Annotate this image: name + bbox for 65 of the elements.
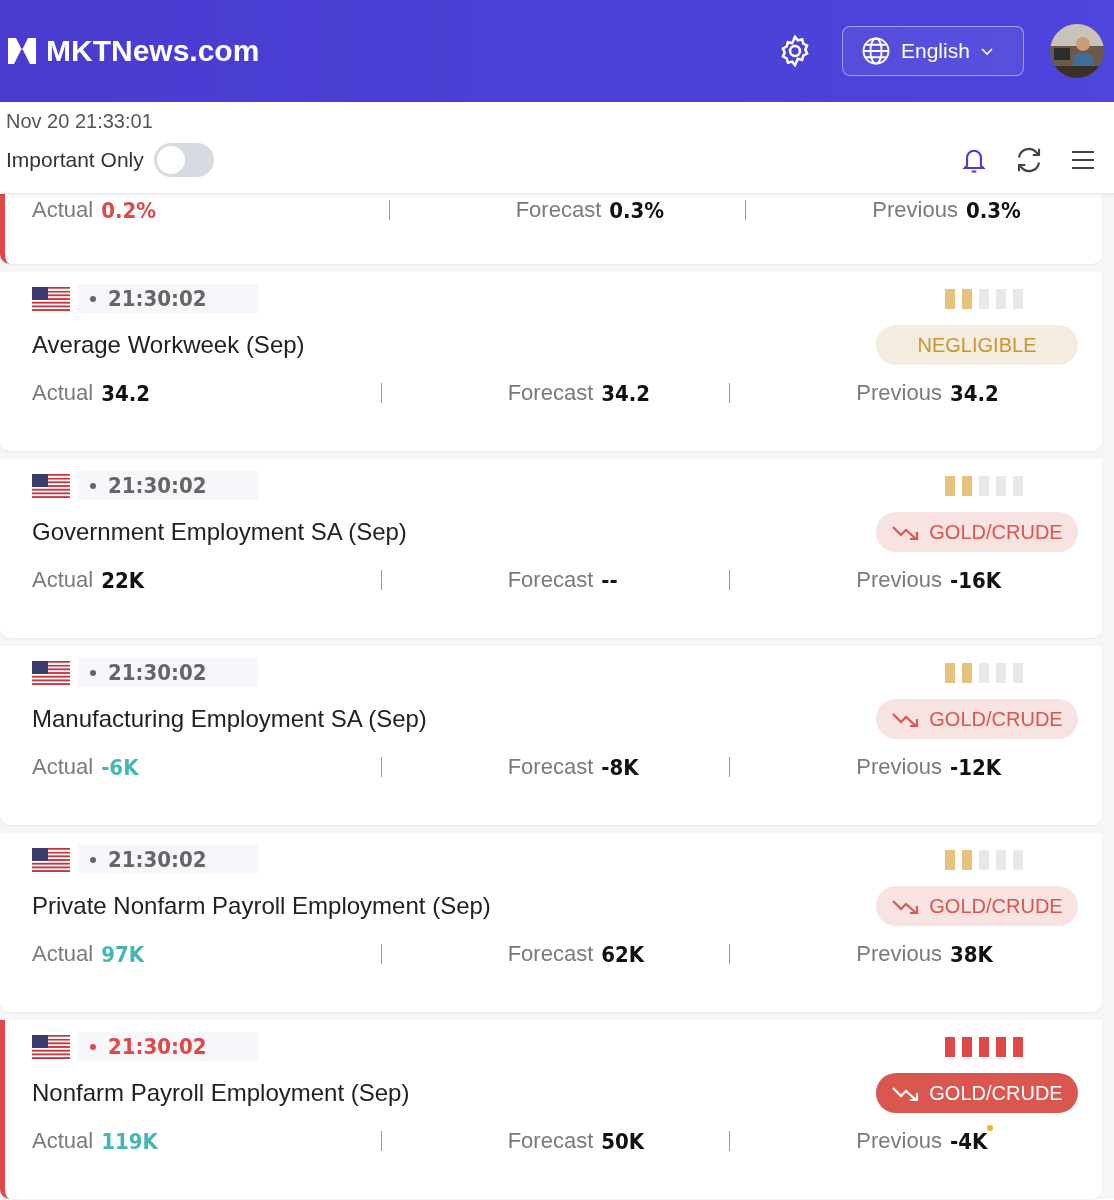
event-title: Nonfarm Payroll Employment (Sep) <box>32 1079 410 1107</box>
us-flag-icon <box>32 286 70 311</box>
menu-icon[interactable] <box>1070 148 1096 172</box>
value-label: Previous <box>856 567 942 593</box>
language-dropdown[interactable]: English <box>842 26 1024 76</box>
event-time: 21:30:02 <box>78 471 259 500</box>
value-figure: 38K <box>949 941 993 967</box>
value-figure: 34.2 <box>101 380 150 406</box>
event-time: 21:30:02 <box>78 658 259 687</box>
value-figure: 34.2 <box>601 380 651 406</box>
impact-tag: GOLD/CRUDE <box>876 1073 1078 1113</box>
value-label: Previous <box>856 941 942 967</box>
value-label: Actual <box>32 754 94 780</box>
value-label: Actual <box>32 380 94 406</box>
value-figure: 50K <box>601 1128 645 1154</box>
value-label: Previous <box>856 1128 942 1154</box>
value-figure: 0.3% <box>965 197 1021 223</box>
event-title: Private Nonfarm Payroll Employment (Sep) <box>32 892 491 920</box>
value-figure: 0.2% <box>101 197 157 223</box>
logo-text: MKTNews.com <box>46 34 260 68</box>
value-label: Forecast <box>507 380 594 406</box>
value-figure: -4K <box>949 1128 988 1154</box>
us-flag-icon <box>32 473 70 498</box>
value-figure: -8K <box>601 754 639 780</box>
globe-icon <box>861 36 891 66</box>
us-flag-icon <box>32 660 70 685</box>
caret-icon <box>979 46 994 56</box>
value-figure: -16K <box>949 567 1002 593</box>
value-label: Forecast <box>507 754 594 780</box>
value-figure: 62K <box>601 941 645 967</box>
event-time: 21:30:02 <box>78 1032 259 1061</box>
value-label: Actual <box>32 567 94 593</box>
filter-label: Important Only <box>6 148 144 172</box>
value-figure: 119K <box>101 1128 158 1154</box>
value-label: Previous <box>872 197 958 223</box>
impact-tag: GOLD/CRUDE <box>876 699 1078 739</box>
value-figure: -6K <box>101 754 139 780</box>
value-label: Actual <box>32 1128 94 1154</box>
value-label: Previous <box>856 754 942 780</box>
value-label: Forecast <box>507 567 594 593</box>
us-flag-icon <box>32 1034 70 1059</box>
event-title: Government Employment SA (Sep) <box>32 518 407 546</box>
current-datetime: Nov 20 21:33:01 <box>6 110 154 133</box>
event-time: 21:30:02 <box>78 284 259 313</box>
impact-tag: NEGLIGIBLE <box>876 325 1078 365</box>
event-title: Manufacturing Employment SA (Sep) <box>32 705 427 733</box>
value-label: Forecast <box>507 1128 594 1154</box>
event-title: Average Workweek (Sep) <box>32 331 305 359</box>
value-label: Forecast <box>515 197 602 223</box>
impact-tag: GOLD/CRUDE <box>876 886 1078 926</box>
value-figure: 0.3% <box>609 197 665 223</box>
logo-icon <box>6 36 38 66</box>
impact-tag: GOLD/CRUDE <box>876 512 1078 552</box>
value-figure: -12K <box>949 754 1002 780</box>
value-figure: 34.2 <box>949 380 999 406</box>
event-time: 21:30:02 <box>78 845 259 874</box>
value-figure: 22K <box>101 567 145 593</box>
value-label: Previous <box>856 380 942 406</box>
us-flag-icon <box>32 847 70 872</box>
value-label: Actual <box>32 197 94 223</box>
value-figure: 97K <box>101 941 145 967</box>
value-label: Actual <box>32 941 94 967</box>
important-only-toggle[interactable] <box>153 143 214 177</box>
value-label: Forecast <box>507 941 594 967</box>
value-figure: -- <box>601 567 618 593</box>
